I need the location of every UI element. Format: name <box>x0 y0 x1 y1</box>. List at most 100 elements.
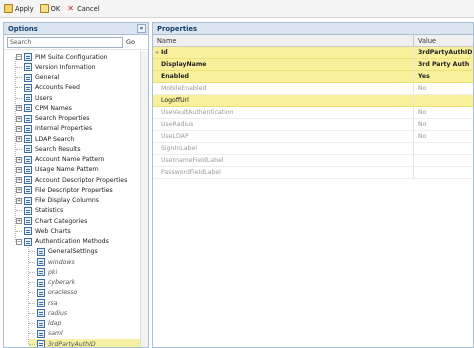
tree-node[interactable]: + Search Properties <box>16 114 90 124</box>
expand-icon[interactable]: + <box>16 187 22 194</box>
tree-node[interactable]: Web Charts <box>16 226 71 236</box>
tree-node[interactable]: Version Information <box>16 62 96 72</box>
property-value-cell[interactable]: No <box>414 107 473 118</box>
tree-node[interactable]: − PIM Suite Configuration <box>16 52 108 62</box>
settings-page-icon <box>24 94 32 102</box>
tree-node[interactable]: radius <box>29 308 67 318</box>
collapse-icon[interactable]: − <box>16 238 22 245</box>
property-value-cell[interactable]: No <box>414 83 473 94</box>
property-row[interactable]: UsernameFieldLabel <box>153 155 473 167</box>
value-column-header[interactable]: Value <box>414 35 473 46</box>
tree-node[interactable]: GeneralSettings <box>29 247 98 257</box>
property-name: UseLDAP <box>161 133 189 140</box>
tree-node-label: cyberark <box>48 279 76 286</box>
tree-node[interactable]: 3rdPartyAuthID <box>29 339 141 347</box>
tree-node[interactable]: oraclesso <box>29 288 77 298</box>
tree-node-label: Version Information <box>35 63 96 71</box>
property-value-cell[interactable]: 3rd Party Auth <box>414 59 473 70</box>
property-value-cell[interactable] <box>414 95 473 106</box>
tree-node[interactable]: Users <box>16 93 52 103</box>
property-row[interactable]: SignInLabel <box>153 143 473 155</box>
property-row[interactable]: DisplayName 3rd Party Auth <box>153 59 473 71</box>
property-name: MobileEnabled <box>161 85 207 92</box>
tree-node[interactable]: General <box>16 73 59 83</box>
tree-node[interactable]: + CPM Names <box>16 103 72 113</box>
property-row[interactable]: UseRadius No <box>153 119 473 131</box>
tree-connector-line <box>29 312 35 314</box>
expand-icon[interactable]: + <box>16 197 22 204</box>
tree-node-label: rsa <box>48 299 58 307</box>
name-column-header[interactable]: Name <box>153 35 414 46</box>
search-input[interactable] <box>7 36 123 48</box>
tree-scrollbar[interactable] <box>140 51 148 347</box>
expand-icon[interactable]: + <box>16 136 22 142</box>
property-row[interactable]: Enabled Yes <box>153 71 473 83</box>
property-name: Id <box>161 49 168 56</box>
tree-node-label: Authentication Methods <box>35 238 109 245</box>
ok-button[interactable]: OK <box>39 4 61 13</box>
tree-node[interactable]: + LDAP Search <box>16 134 74 144</box>
property-value-cell[interactable]: No <box>414 131 473 142</box>
tree-connector-line <box>29 333 35 335</box>
apply-button[interactable]: Apply <box>4 4 34 13</box>
tree-node-label: Search Results <box>35 145 81 153</box>
settings-page-icon <box>24 155 32 164</box>
tree-connector-line <box>16 66 22 68</box>
property-value-cell[interactable] <box>414 143 473 154</box>
expand-icon[interactable]: + <box>16 166 22 173</box>
tree-node[interactable]: + Account Name Pattern <box>16 155 104 165</box>
tree-node[interactable]: windows <box>29 257 75 267</box>
property-value-cell[interactable] <box>414 155 473 166</box>
tree-node[interactable]: + Chart Categories <box>16 216 87 226</box>
tree-node[interactable]: + File Descriptor Properties <box>16 185 113 195</box>
property-value-cell[interactable]: No <box>414 119 473 130</box>
property-value-cell[interactable]: 3rdPartyAuthID <box>414 47 473 58</box>
tree-connector-line <box>16 210 22 212</box>
tree-node[interactable]: Search Results <box>16 144 81 154</box>
tree-node-label: CPM Names <box>35 104 72 112</box>
property-name-cell: SignInLabel <box>153 143 414 154</box>
property-row[interactable]: UseLDAP No <box>153 131 473 143</box>
property-row[interactable]: LogoffUrl <box>153 95 473 107</box>
tree-node-label: windows <box>48 258 75 266</box>
collapse-panel-button[interactable]: « <box>137 24 146 33</box>
tree-node[interactable]: rsa <box>29 298 58 308</box>
cancel-button[interactable]: ✕ Cancel <box>66 4 99 13</box>
property-row[interactable]: MobileEnabled No <box>153 83 473 95</box>
collapse-icon[interactable]: − <box>16 54 22 60</box>
property-value-cell[interactable]: Yes <box>414 71 473 82</box>
settings-page-icon <box>37 247 45 256</box>
settings-page-icon <box>37 288 45 297</box>
property-value-cell[interactable] <box>414 167 473 178</box>
expand-icon[interactable]: + <box>16 125 22 132</box>
go-button[interactable]: Go <box>126 38 135 46</box>
expand-icon[interactable]: + <box>16 115 22 122</box>
expand-icon[interactable]: + <box>16 177 22 183</box>
tree-node[interactable]: Accounts Feed <box>16 83 80 93</box>
tree-node[interactable]: − Authentication Methods <box>16 237 109 247</box>
property-row[interactable]: PasswordFieldLabel <box>153 167 473 179</box>
tree-node[interactable]: Statistics <box>16 206 63 216</box>
tree-node[interactable]: + Usage Name Pattern <box>16 165 99 175</box>
options-tree: − PIM Suite Configuration Version Informat… <box>4 51 141 347</box>
settings-page-icon <box>37 268 45 277</box>
property-name-cell: PasswordFieldLabel <box>153 167 414 178</box>
property-row[interactable]: UseVaultAuthentication No <box>153 107 473 119</box>
settings-page-icon <box>24 145 32 154</box>
expand-icon[interactable]: + <box>16 156 22 163</box>
tree-node[interactable]: cyberark <box>29 278 75 288</box>
property-row[interactable]: + Id 3rdPartyAuthID <box>153 47 473 59</box>
tree-node[interactable]: pki <box>29 267 57 277</box>
tree-node[interactable]: + File Display Columns <box>16 196 99 206</box>
tree-node-label: General <box>35 74 60 81</box>
tree-node[interactable]: ldap <box>29 319 61 329</box>
tree-node[interactable]: + Account Descriptor Properties <box>16 175 127 185</box>
expand-icon[interactable]: + <box>16 218 22 224</box>
tree-node-label: Search Properties <box>35 115 90 122</box>
tree-node-label: Statistics <box>35 207 64 215</box>
tree-node[interactable]: saml <box>29 329 63 339</box>
ok-label: OK <box>50 4 61 13</box>
expand-icon[interactable]: + <box>16 105 22 112</box>
tree-node[interactable]: + Internal Properties <box>16 124 92 134</box>
tree-connector-line <box>29 302 35 304</box>
